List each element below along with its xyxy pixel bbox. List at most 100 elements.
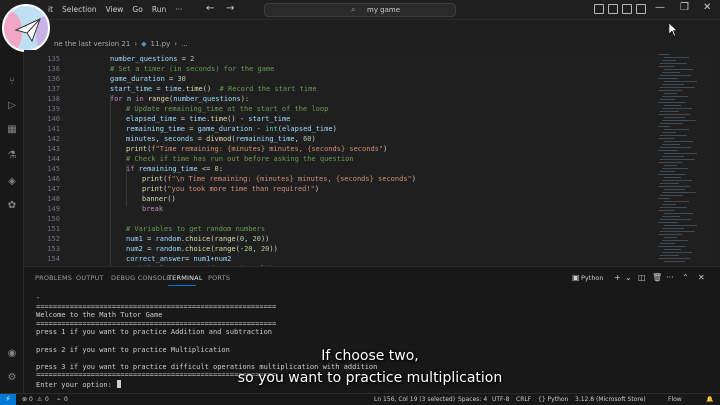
breadcrumb-symbol[interactable]: ...: [181, 40, 188, 48]
database-icon[interactable]: ◈: [6, 176, 18, 188]
minimap-line: [662, 156, 684, 157]
minimap-line: [662, 192, 696, 193]
tab-debug-console[interactable]: DEBUG CONSOLE: [111, 274, 171, 282]
code-line[interactable]: 139 # Update remaining_time at the start …: [24, 104, 654, 114]
minimap-line: [662, 180, 692, 181]
status-bar: ⚡ ⊗ 0 ⚠ 0 ⌁ 0 Ln 156, Col 19 (3 selected…: [0, 393, 720, 405]
flow-status[interactable]: Flow: [668, 396, 682, 403]
code-line[interactable]: 136 # Set a timer (in seconds) for the ga…: [24, 64, 654, 74]
code-line[interactable]: 150: [24, 214, 654, 224]
settings-icon[interactable]: ⚙: [6, 372, 18, 384]
secondary-sidebar-toggle-icon[interactable]: [636, 4, 646, 14]
breadcrumb-file[interactable]: 11.py: [151, 40, 171, 48]
code-line[interactable]: 145 if remaining_time <= 0:: [24, 164, 654, 174]
code-line[interactable]: 143 print(f"Time remaining: {minutes} min…: [24, 144, 654, 154]
search-icon: ⌕: [351, 5, 356, 14]
minimap[interactable]: [654, 50, 714, 266]
testing-icon[interactable]: ⚗: [6, 150, 18, 162]
minimap-line: [664, 57, 689, 58]
code-line[interactable]: 146 print(f"\n Time remaining: {minutes} …: [24, 174, 654, 184]
minimap-line: [662, 132, 676, 133]
split-terminal-icon[interactable]: ◫: [638, 273, 646, 282]
code-line[interactable]: 141 remaining_time = game_duration - int(…: [24, 124, 654, 134]
code-line[interactable]: 148 banner(): [24, 194, 654, 204]
minimap-line: [662, 168, 688, 169]
code-line[interactable]: 144 # Check if time has run out before as…: [24, 154, 654, 164]
minimap-line: [658, 114, 690, 115]
code-line[interactable]: 136 game_duration = 30: [24, 74, 654, 84]
maximize-panel-icon[interactable]: ⌃: [682, 273, 689, 282]
menu-edit[interactable]: it: [48, 5, 53, 14]
account-icon[interactable]: ◉: [6, 348, 18, 360]
minimap-line: [662, 240, 688, 241]
code-line[interactable]: 138 for n in range(number_questions):: [24, 94, 654, 104]
source-control-icon[interactable]: ⑂: [6, 76, 18, 88]
python-interpreter[interactable]: 3.12.8 (Microsoft Store): [575, 396, 646, 403]
command-center-search[interactable]: ⌕ my game: [264, 3, 456, 17]
warnings-count[interactable]: 0: [45, 396, 49, 403]
encoding[interactable]: UTF-8: [492, 396, 510, 403]
terminal-shell-name[interactable]: Python: [581, 274, 604, 282]
paw-icon[interactable]: ✿: [6, 200, 18, 212]
ports-count[interactable]: 0: [64, 396, 68, 403]
kill-terminal-icon[interactable]: 🗑: [652, 273, 662, 282]
terminal-dropdown-icon[interactable]: ⌄: [625, 273, 632, 282]
run-debug-icon[interactable]: ▷: [6, 100, 18, 112]
code-line[interactable]: 154 correct_answer= num1+num2: [24, 254, 654, 264]
notifications-icon[interactable]: 🔔: [706, 396, 713, 403]
menu-view[interactable]: View: [106, 5, 124, 14]
line-number: 135: [47, 55, 60, 63]
code-line[interactable]: 153 num2 = random.choice(range(-20, 20)): [24, 244, 654, 254]
back-arrow-icon[interactable]: ←: [206, 3, 214, 14]
language-mode[interactable]: {} Python: [538, 396, 568, 403]
code-line[interactable]: 140 elapsed_time = time.time() - start_ti…: [24, 114, 654, 124]
close-panel-icon[interactable]: ✕: [698, 273, 705, 282]
minimap-line: [662, 72, 680, 73]
line-endings[interactable]: CRLF: [516, 396, 531, 403]
menu-more[interactable]: ···: [175, 5, 182, 14]
close-icon[interactable]: ✕: [703, 2, 711, 13]
minimap-line: [660, 63, 687, 64]
menu-selection[interactable]: Selection: [62, 5, 97, 14]
breadcrumb-folder[interactable]: ne the last version 21: [54, 40, 130, 48]
sidebar-toggle-icon[interactable]: [608, 4, 618, 14]
minimap-line: [660, 255, 679, 256]
line-number: 146: [47, 175, 60, 183]
line-number: 137: [47, 85, 60, 93]
menu-go[interactable]: Go: [132, 5, 142, 14]
code-line[interactable]: 142 minutes, seconds = divmod(remaining_t…: [24, 134, 654, 144]
code-editor[interactable]: 135 number_questions = 2 136 # Set a timer …: [24, 50, 654, 266]
errors-icon[interactable]: ⊗: [22, 396, 27, 403]
tab-ports[interactable]: PORTS: [208, 274, 230, 282]
panel-toggle-icon[interactable]: [622, 4, 632, 14]
warnings-icon[interactable]: ⚠: [37, 396, 42, 403]
code-line[interactable]: 135 number_questions = 2: [24, 54, 654, 64]
code-line[interactable]: 137 start_time = time.time() # Record the…: [24, 84, 654, 94]
code-line[interactable]: 149 break: [24, 204, 654, 214]
code-text: number_questions = 2: [110, 55, 195, 63]
remote-icon[interactable]: ⚡: [0, 394, 16, 405]
code-line[interactable]: 147 print("you took more time than requir…: [24, 184, 654, 194]
line-number: 148: [47, 195, 60, 203]
code-line[interactable]: 151 # Variables to get random numbers: [24, 224, 654, 234]
indentation[interactable]: Spaces: 4: [458, 396, 487, 403]
layout-toggle-icon[interactable]: [594, 4, 604, 14]
minimap-line: [664, 165, 677, 166]
cursor-position[interactable]: Ln 156, Col 19 (3 selected): [374, 396, 455, 403]
tab-problems[interactable]: PROBLEMS: [35, 274, 72, 282]
menu-run[interactable]: Run: [152, 5, 166, 14]
new-terminal-icon[interactable]: +: [614, 273, 621, 282]
minimap-line: [658, 126, 670, 127]
errors-count[interactable]: 0: [29, 396, 33, 403]
tab-terminal[interactable]: TERMINAL: [168, 274, 203, 282]
code-line[interactable]: 152 num1 = random.choice(range(0, 20)): [24, 234, 654, 244]
code-text: num1 = random.choice(range(0, 20)): [126, 235, 270, 243]
minimize-icon[interactable]: —: [655, 2, 665, 13]
tab-output[interactable]: OUTPUT: [76, 274, 104, 282]
forward-arrow-icon[interactable]: →: [226, 3, 234, 14]
extensions-icon[interactable]: ▦: [6, 124, 18, 136]
ports-icon[interactable]: ⌁: [57, 396, 61, 403]
more-actions-icon[interactable]: ···: [666, 273, 674, 282]
minimap-line: [660, 99, 675, 100]
maximize-icon[interactable]: ❐: [680, 2, 689, 13]
